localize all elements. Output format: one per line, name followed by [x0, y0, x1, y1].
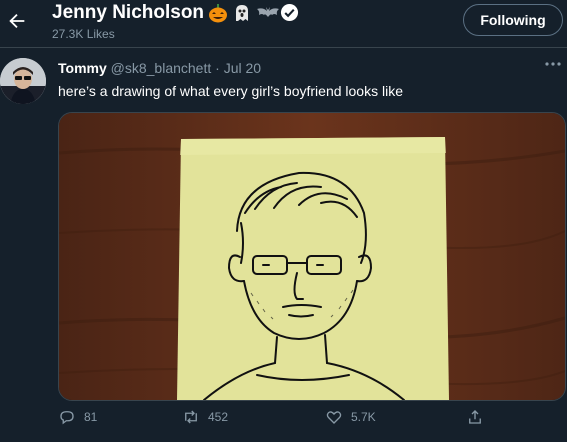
heart-icon	[326, 411, 342, 424]
retweet-count: 452	[208, 410, 229, 424]
share-icon	[469, 410, 481, 424]
profile-name: Jenny Nicholson	[52, 2, 205, 23]
more-options-icon[interactable]	[542, 56, 564, 72]
pumpkin-emoji-icon	[208, 3, 228, 23]
meta-separator: ·	[215, 60, 220, 76]
verified-badge-icon	[280, 3, 300, 23]
tweet-date[interactable]: Jul 20	[224, 60, 261, 76]
tweet-author[interactable]: Tommy	[58, 60, 107, 76]
tweet-actions: 81 452 5.7K	[58, 408, 528, 434]
tweet-image[interactable]	[58, 112, 566, 401]
tweet-text: here’s a drawing of what every girl’s bo…	[58, 83, 403, 99]
ghost-emoji-icon	[232, 3, 252, 23]
retweet-button[interactable]: 452	[182, 408, 228, 426]
tweet-handle[interactable]: @sk8_blanchett	[111, 60, 212, 76]
bat-emoji-icon	[256, 3, 280, 23]
likes-count: 27.3K Likes	[52, 27, 115, 41]
following-button[interactable]: Following	[463, 4, 563, 36]
retweet-icon	[185, 410, 197, 424]
tweet: Tommy @sk8_blanchett · Jul 20 here’s a d…	[0, 48, 567, 442]
reply-button[interactable]: 81	[58, 408, 97, 426]
like-button[interactable]: 5.7K	[325, 408, 376, 426]
reply-icon	[60, 411, 74, 425]
like-count: 5.7K	[351, 410, 376, 424]
tweet-meta: Tommy @sk8_blanchett · Jul 20	[58, 60, 261, 76]
profile-title: Jenny Nicholson	[52, 2, 300, 24]
reply-count: 81	[84, 410, 98, 424]
avatar[interactable]	[0, 58, 46, 104]
share-button[interactable]	[466, 408, 484, 426]
back-arrow-icon[interactable]	[6, 10, 28, 32]
profile-header: Jenny Nicholson 27.3K Likes Following	[0, 0, 567, 48]
